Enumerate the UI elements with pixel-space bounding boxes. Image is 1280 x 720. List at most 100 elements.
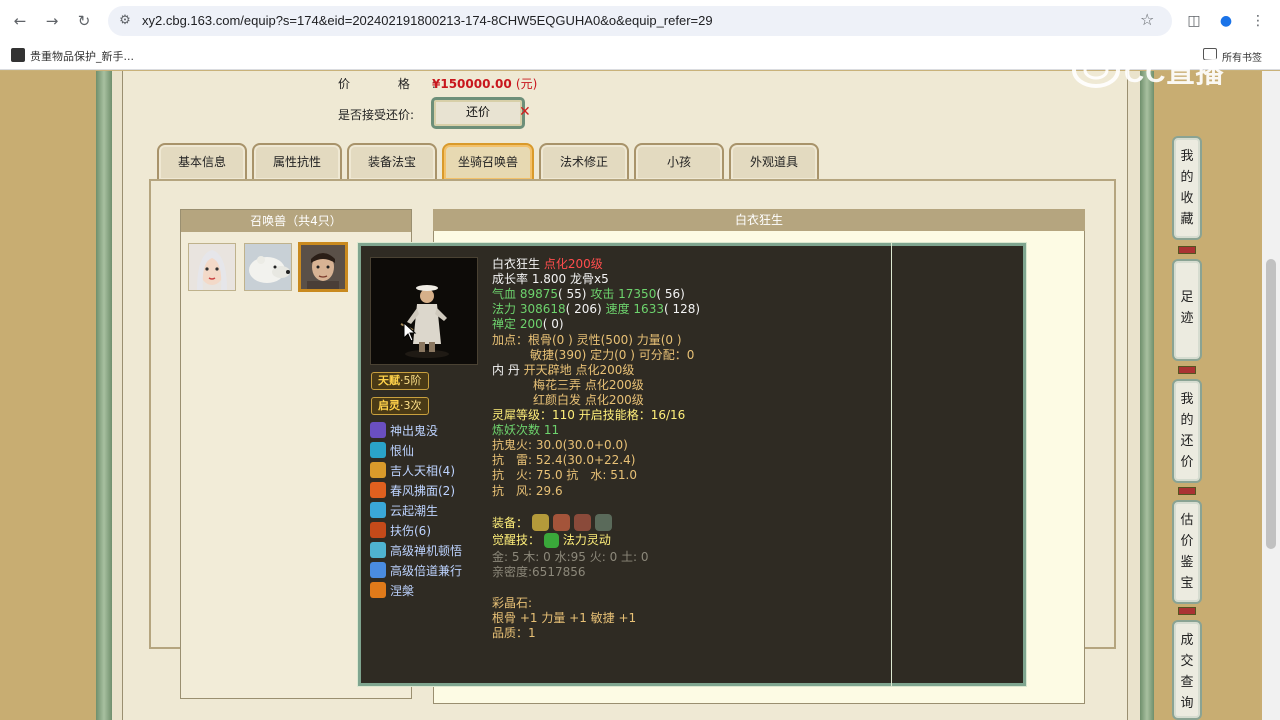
equip-slot-icon[interactable]	[552, 514, 570, 531]
bookmark-item[interactable]: 贵重物品保护_新手...	[30, 48, 134, 64]
side-nav-connector	[1178, 607, 1196, 615]
side-nav-char: 收	[1180, 191, 1194, 206]
pet-tooltip-extension	[892, 243, 1026, 686]
pet-avatar-3-selected[interactable]	[298, 242, 348, 292]
atk-label: 攻击	[590, 287, 615, 301]
skill-item[interactable]: 扶伤(6)	[370, 522, 431, 539]
ding-value: 200	[519, 317, 543, 331]
skill-label: 涅槃	[390, 584, 415, 598]
side-nav-connector	[1178, 487, 1196, 495]
ding-line: 禅定 200( 0)	[492, 317, 564, 332]
skill-icon	[370, 442, 386, 458]
pet-avatar-2[interactable]	[244, 243, 292, 291]
cc-live-watermark: CC直播	[1072, 46, 1240, 92]
profile-icon[interactable]: ●	[1216, 11, 1236, 31]
tab-basic-info[interactable]: 基本信息	[157, 143, 247, 180]
neidan-line-1: 内 丹 开天辟地 点化200级	[492, 363, 634, 378]
forward-icon[interactable]: →	[42, 11, 62, 31]
neidan-1: 开天辟地 点化200级	[523, 363, 635, 377]
skill-label: 扶伤(6)	[390, 524, 431, 538]
neidan-line-2: 梅花三弄 点化200级	[533, 378, 644, 392]
side-nav-char: 足	[1180, 290, 1194, 305]
skill-item[interactable]: 神出鬼没	[370, 422, 438, 439]
tab-mounts-pets[interactable]: 坐骑召唤兽	[442, 143, 534, 180]
crystal-quality-line: 品质：1	[492, 626, 536, 640]
equip-slot-icon[interactable]	[531, 514, 549, 531]
reload-icon[interactable]: ↻	[74, 11, 94, 31]
hp-point: ( 55)	[558, 287, 587, 301]
skill-item[interactable]: 高级倍道兼行	[370, 562, 462, 579]
side-nav-deal-query[interactable]: 成 交 查 询	[1172, 620, 1202, 720]
qiling-badge: 启灵·3次	[371, 397, 429, 415]
side-nav-connector	[1178, 366, 1196, 374]
haggle-disabled-icon: ✕	[519, 104, 531, 120]
scrollbar-thumb[interactable]	[1266, 259, 1276, 549]
skill-item[interactable]: 高级禅机顿悟	[370, 542, 462, 559]
pet-avatar-1[interactable]	[188, 243, 236, 291]
skill-item[interactable]: 云起潮生	[370, 502, 438, 519]
side-nav-char: 价	[1180, 455, 1194, 470]
skill-item[interactable]: 吉人天相(4)	[370, 462, 455, 479]
bookmark-favicon-icon	[11, 48, 25, 62]
haggle-button[interactable]: 还价	[431, 97, 525, 129]
bookmark-star-icon[interactable]: ☆	[1140, 10, 1154, 29]
side-nav-char: 的	[1180, 413, 1194, 428]
mp-label: 法力	[492, 302, 517, 316]
menu-icon[interactable]: ⋮	[1248, 11, 1268, 31]
side-nav-my-haggles[interactable]: 我 的 还 价	[1172, 379, 1202, 483]
pet-model-image	[370, 257, 478, 365]
page-scrollbar[interactable]	[1262, 71, 1280, 720]
watermark-text: CC直播	[1124, 57, 1225, 88]
side-nav-char: 宝	[1180, 576, 1194, 591]
side-nav-appraisal[interactable]: 估 价 鉴 宝	[1172, 500, 1202, 604]
tab-spell-mods[interactable]: 法术修正	[539, 143, 629, 180]
pet-info-title: 白衣狂生	[433, 209, 1085, 231]
side-nav-char: 成	[1180, 633, 1194, 648]
skill-label: 高级倍道兼行	[390, 564, 463, 578]
addpoint-line-1: 加点：根骨(0 ) 灵性(500) 力量(0 )	[492, 333, 682, 347]
pets-panel-title: 召唤兽（共4只）	[181, 210, 411, 232]
intimacy-line: 亲密度:6517856	[492, 565, 586, 579]
resist-fire-water-line: 抗 火: 75.0 抗 水: 51.0	[492, 468, 637, 482]
addpoint-line-2: 敏捷(390) 定力(0 ) 可分配：0	[530, 348, 695, 362]
mp-value: 308618	[519, 302, 566, 316]
skill-item[interactable]: 恨仙	[370, 442, 414, 459]
skill-label: 恨仙	[390, 444, 415, 458]
hp-label: 气血	[492, 287, 517, 301]
atk-point: ( 56)	[656, 287, 685, 301]
talent-badge: 天赋·5阶	[371, 372, 429, 390]
skill-item[interactable]: 涅槃	[370, 582, 414, 599]
skill-label: 春风拂面(2)	[390, 484, 455, 498]
growth-line: 成长率 1.800 龙骨x5	[492, 272, 609, 286]
side-column	[1154, 71, 1262, 720]
side-nav-char: 我	[1180, 149, 1194, 164]
side-nav-char: 询	[1180, 696, 1194, 711]
back-icon[interactable]: ←	[10, 11, 30, 31]
right-frame	[1140, 71, 1154, 720]
equip-slot-icon[interactable]	[594, 514, 612, 531]
side-nav-char: 迹	[1180, 311, 1194, 326]
site-info-icon[interactable]: ⚙	[116, 12, 134, 30]
qiling-badge-label: 启灵	[378, 399, 400, 412]
skill-label: 吉人天相(4)	[390, 464, 455, 478]
tab-appearance[interactable]: 外观道具	[729, 143, 819, 180]
equip-label: 装备：	[492, 516, 529, 530]
sidepanel-icon[interactable]: ◫	[1184, 11, 1204, 31]
address-bar[interactable]: ⚙ xy2.cbg.163.com/equip?s=174&eid=202402…	[108, 6, 1172, 36]
tab-children[interactable]: 小孩	[634, 143, 724, 180]
side-nav-char: 查	[1180, 675, 1194, 690]
tab-equipment[interactable]: 装备法宝	[347, 143, 437, 180]
awaken-line: 觉醒技： 法力灵动	[492, 533, 611, 548]
tab-attributes[interactable]: 属性抗性	[252, 143, 342, 180]
skill-icon	[370, 562, 386, 578]
url-text[interactable]: xy2.cbg.163.com/equip?s=174&eid=20240219…	[142, 13, 713, 28]
mouse-cursor-icon	[403, 322, 417, 342]
lianyao-line: 炼妖次数 11	[492, 423, 560, 437]
side-nav-char: 交	[1180, 654, 1194, 669]
side-nav-footprints[interactable]: 足 迹	[1172, 259, 1202, 361]
skill-icon	[370, 502, 386, 518]
side-nav-favorites[interactable]: 我 的 收 藏	[1172, 136, 1202, 240]
price-value: ¥150000.00 (元)	[432, 75, 537, 92]
skill-item[interactable]: 春风拂面(2)	[370, 482, 455, 499]
equip-slot-icon[interactable]	[573, 514, 591, 531]
